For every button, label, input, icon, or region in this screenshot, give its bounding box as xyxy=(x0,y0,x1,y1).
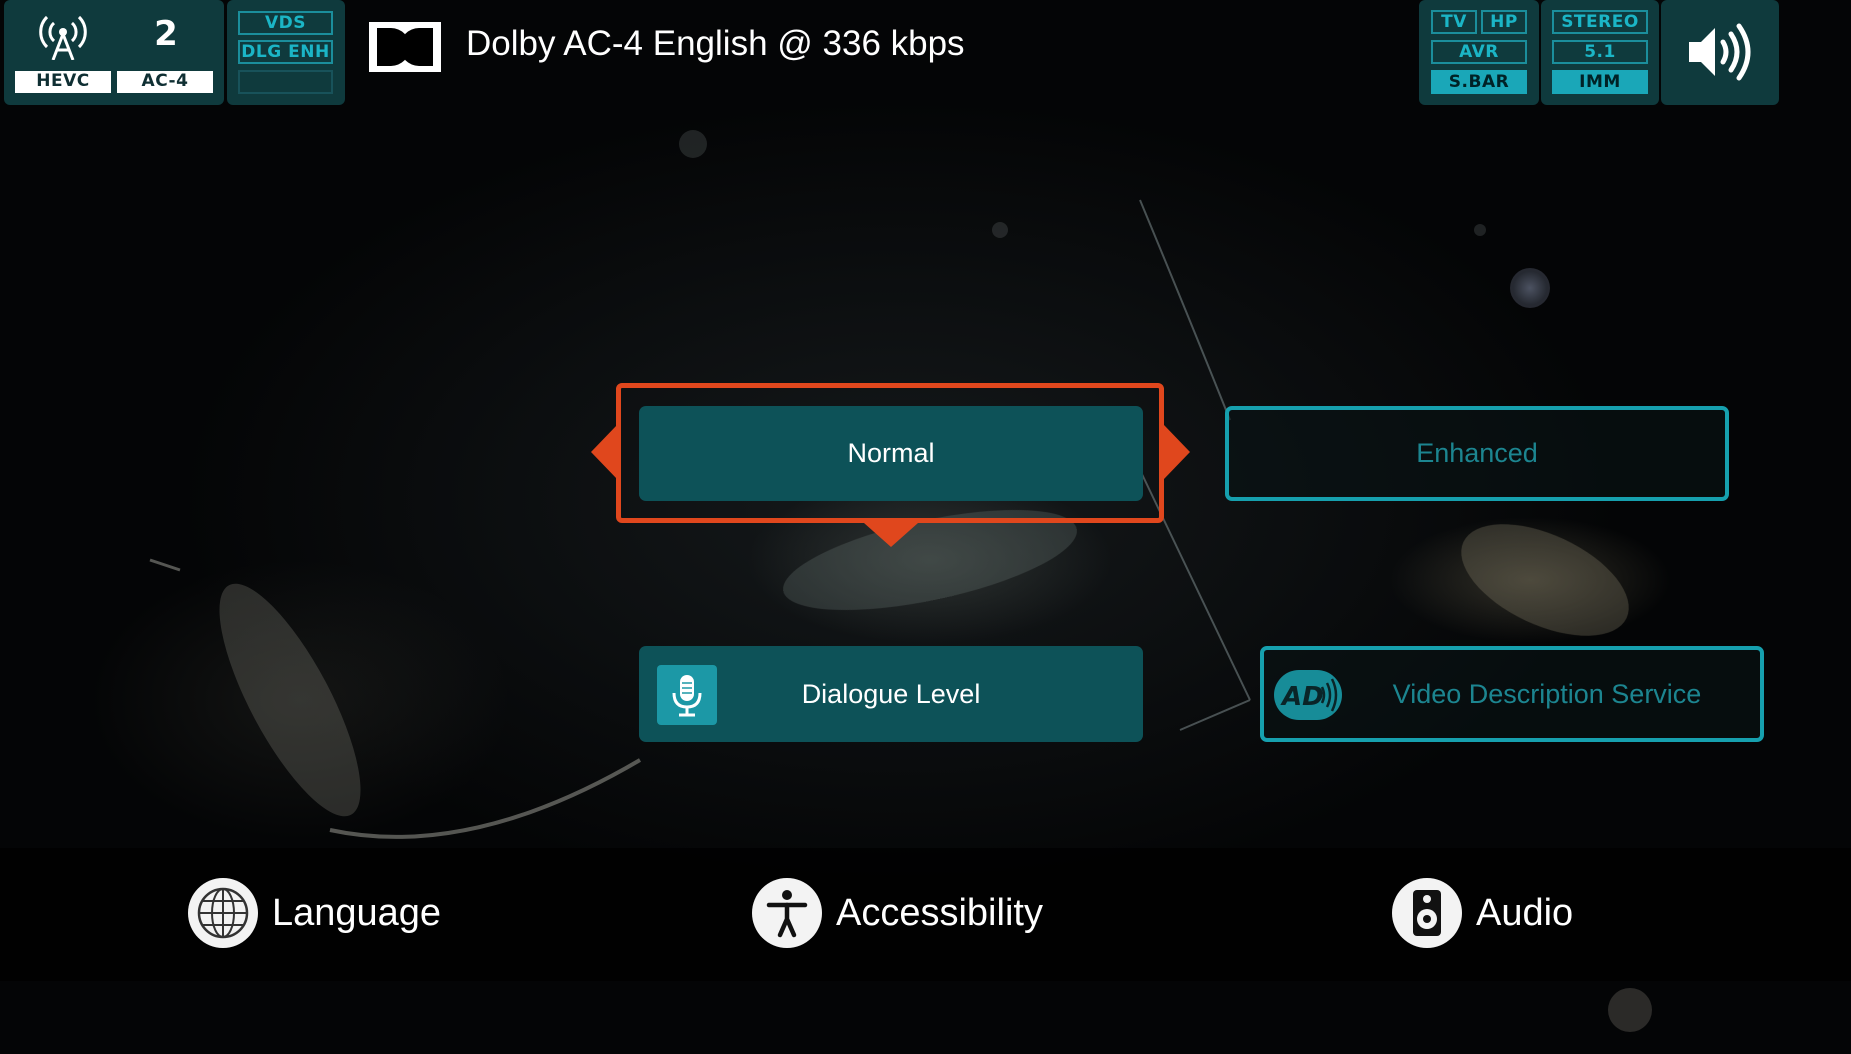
dolby-logo xyxy=(369,22,441,72)
focus-arrow-down[interactable] xyxy=(864,523,918,547)
nav-audio[interactable]: Audio xyxy=(1392,877,1573,949)
normal-dialogue-button[interactable]: Normal xyxy=(639,406,1143,501)
vds-tag: VDS xyxy=(238,11,333,35)
focus-arrow-left[interactable] xyxy=(591,425,617,479)
video-codec-tag: HEVC xyxy=(15,71,111,93)
nav-language-label: Language xyxy=(272,891,442,934)
stereo-tag: STEREO xyxy=(1552,10,1648,34)
globe-icon xyxy=(188,878,258,948)
speaker-icon xyxy=(1392,878,1462,948)
headphone-tag: HP xyxy=(1481,10,1527,34)
video-background: 2 HEVC AC-4 VDS DLG ENH Dolby AC-4 Engli… xyxy=(0,0,1851,1054)
normal-dialogue-label: Normal xyxy=(847,438,935,468)
nav-language[interactable]: Language xyxy=(188,877,441,949)
accessibility-icon xyxy=(752,878,822,948)
audio-codec-tag: AC-4 xyxy=(117,71,213,93)
avr-tag: AVR xyxy=(1431,40,1527,64)
nav-accessibility-label: Accessibility xyxy=(836,891,1043,934)
now-playing-info: Dolby AC-4 English @ 336 kbps xyxy=(466,24,965,63)
enhanced-dialogue-button[interactable]: Enhanced xyxy=(1225,406,1729,501)
nav-audio-label: Audio xyxy=(1476,891,1574,934)
soundbar-tag: S.BAR xyxy=(1431,70,1527,94)
dialogue-enhance-tag: DLG ENH xyxy=(238,40,333,64)
focus-arrow-right[interactable] xyxy=(1164,425,1190,479)
speaker-volume-icon xyxy=(1689,23,1751,81)
audio-description-icon: AD xyxy=(1274,670,1342,720)
empty-tag xyxy=(238,70,333,94)
nav-accessibility[interactable]: Accessibility xyxy=(752,877,1043,949)
immersive-tag: IMM xyxy=(1552,70,1648,94)
enhanced-dialogue-label: Enhanced xyxy=(1416,438,1538,468)
channel-number: 2 xyxy=(154,14,178,54)
microphone-icon xyxy=(657,665,717,725)
video-description-label: Video Description Service xyxy=(1392,678,1702,709)
svg-text:AD: AD xyxy=(1280,682,1324,712)
antenna-icon xyxy=(39,15,87,60)
dialogue-level-label: Dialogue Level xyxy=(801,678,981,709)
tv-tag: TV xyxy=(1431,10,1477,34)
surround-tag: 5.1 xyxy=(1552,40,1648,64)
